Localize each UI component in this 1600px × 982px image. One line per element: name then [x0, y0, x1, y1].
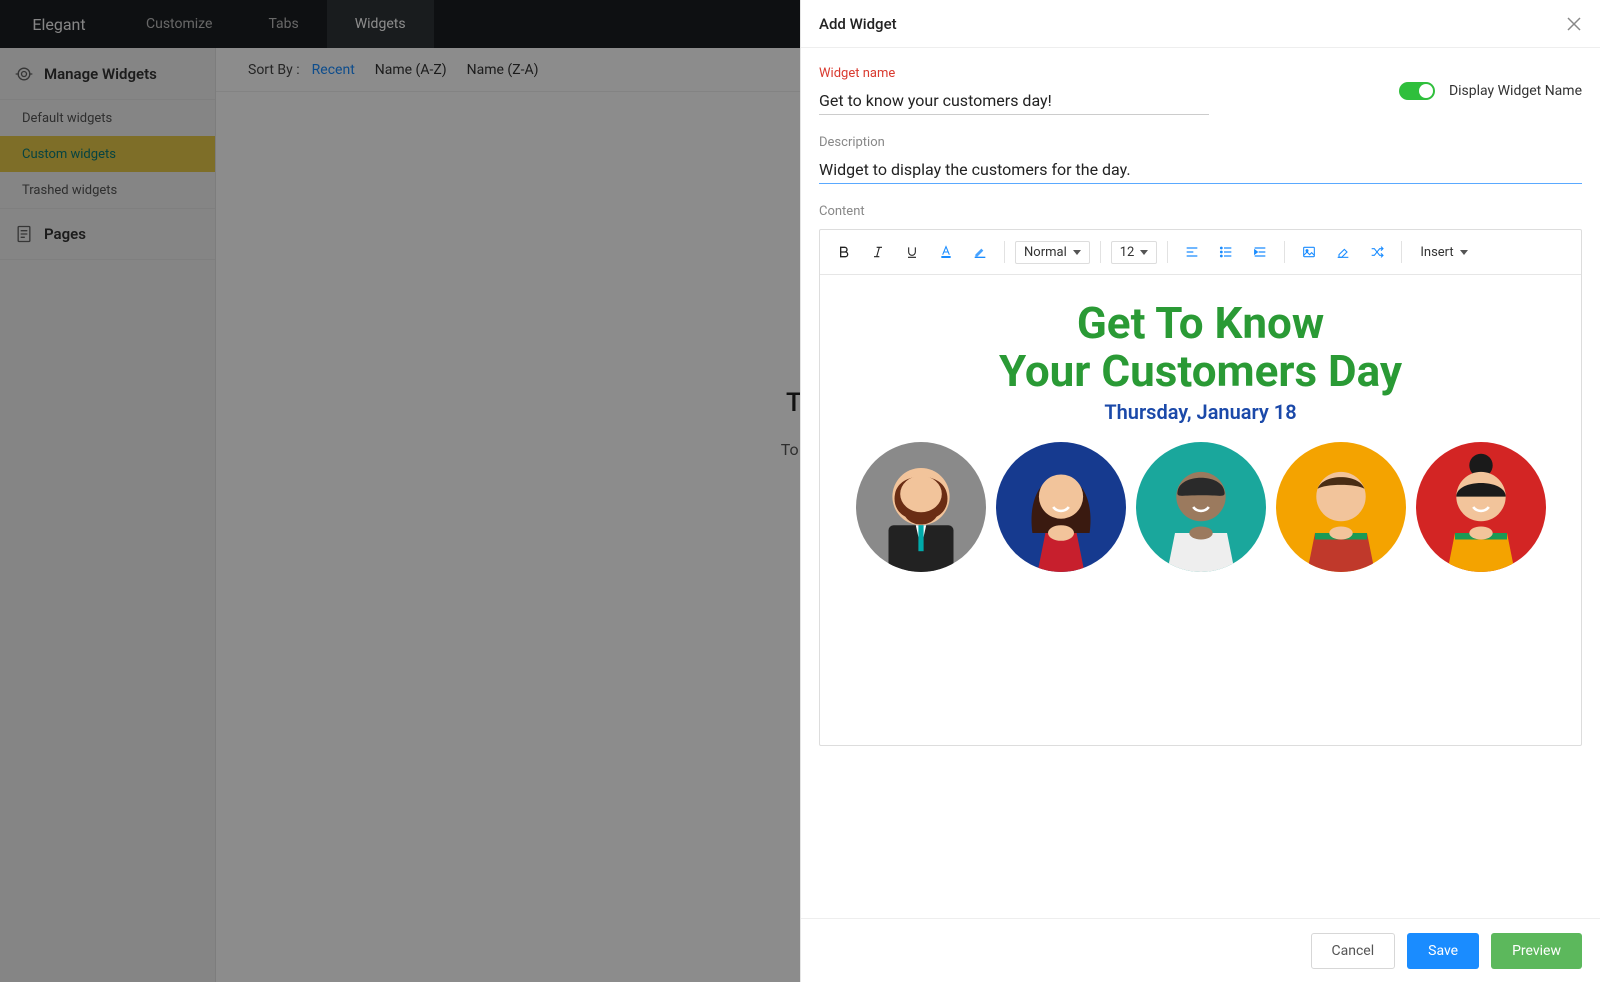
toolbar-separator: [1284, 241, 1285, 263]
drawer-body: Widget name Display Widget Name Descript…: [801, 48, 1600, 918]
banner-line1: Get To Know: [1077, 299, 1324, 347]
modal-scrim[interactable]: [0, 0, 800, 982]
insert-dropdown[interactable]: Insert: [1420, 245, 1467, 260]
image-button[interactable]: [1295, 238, 1323, 266]
display-name-label: Display Widget Name: [1449, 83, 1582, 99]
cancel-button[interactable]: Cancel: [1311, 933, 1396, 969]
highlight-button[interactable]: [966, 238, 994, 266]
banner-line2: Your Customers Day: [999, 347, 1402, 395]
indent-button[interactable]: [1246, 238, 1274, 266]
text-color-button[interactable]: [932, 238, 960, 266]
avatar-row: [856, 442, 1546, 572]
shuffle-button[interactable]: [1363, 238, 1391, 266]
drawer-footer: Cancel Save Preview: [801, 918, 1600, 982]
bold-button[interactable]: [830, 238, 858, 266]
widget-name-row: Widget name Display Widget Name: [819, 66, 1582, 115]
add-widget-drawer: Add Widget Widget name Display Widget Na…: [800, 0, 1600, 982]
avatar-4: [1276, 442, 1406, 572]
close-icon[interactable]: [1566, 16, 1582, 32]
display-name-toggle[interactable]: [1399, 82, 1435, 100]
avatar-3: [1136, 442, 1266, 572]
widget-name-label: Widget name: [819, 66, 1359, 81]
avatar-1: [856, 442, 986, 572]
app-root: Elegant Customize Tabs Widgets Manage Wi…: [0, 0, 1600, 982]
toolbar-separator: [1100, 241, 1101, 263]
toolbar-separator: [1167, 241, 1168, 263]
list-button[interactable]: [1212, 238, 1240, 266]
font-size-label: 12: [1120, 245, 1135, 260]
description-label: Description: [819, 135, 885, 150]
toolbar-separator: [1004, 241, 1005, 263]
italic-button[interactable]: [864, 238, 892, 266]
avatar-5: [1416, 442, 1546, 572]
editor-canvas[interactable]: Get To Know Your Customers Day Thursday,…: [820, 275, 1581, 745]
banner-subtitle: Thursday, January 18: [1104, 400, 1296, 424]
insert-label: Insert: [1420, 245, 1453, 260]
avatar-2: [996, 442, 1126, 572]
toolbar-separator: [1401, 241, 1402, 263]
widget-name-input[interactable]: [819, 87, 1209, 115]
font-size-select[interactable]: 12: [1111, 241, 1158, 264]
eraser-button[interactable]: [1329, 238, 1357, 266]
content-label: Content: [819, 204, 1582, 219]
chevron-down-icon: [1073, 250, 1081, 255]
drawer-header: Add Widget: [801, 0, 1600, 48]
display-name-row: Display Widget Name: [1399, 82, 1582, 100]
rich-text-editor: Normal 12 Insert Get To Know Yo: [819, 229, 1582, 746]
editor-toolbar: Normal 12 Insert: [820, 230, 1581, 275]
paragraph-style-select[interactable]: Normal: [1015, 241, 1090, 264]
preview-button[interactable]: Preview: [1491, 933, 1582, 969]
paragraph-style-label: Normal: [1024, 245, 1067, 260]
chevron-down-icon: [1460, 250, 1468, 255]
drawer-title: Add Widget: [819, 15, 897, 33]
description-row: Description: [819, 135, 1582, 184]
save-button[interactable]: Save: [1407, 933, 1479, 969]
underline-button[interactable]: [898, 238, 926, 266]
description-input[interactable]: [819, 156, 1582, 184]
align-button[interactable]: [1178, 238, 1206, 266]
chevron-down-icon: [1140, 250, 1148, 255]
